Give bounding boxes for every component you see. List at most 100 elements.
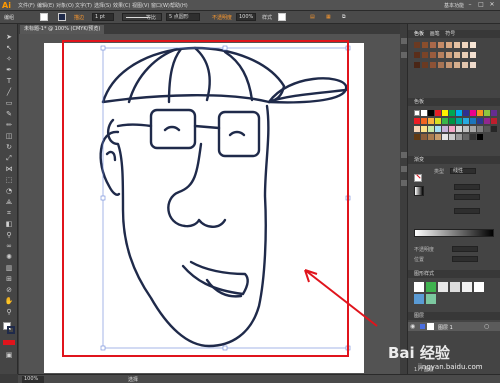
swatch[interactable] xyxy=(438,52,444,58)
gradient-tab[interactable]: 渐变 xyxy=(414,157,424,163)
mesh-tool-icon[interactable]: ⌗ xyxy=(3,208,15,218)
workspace-switcher[interactable]: 基本功能 xyxy=(444,2,464,9)
swatch[interactable] xyxy=(438,62,444,68)
swatch[interactable] xyxy=(435,126,441,132)
menu-select[interactable]: 选择(S) xyxy=(94,2,111,9)
swatch[interactable] xyxy=(428,118,434,124)
swatch[interactable] xyxy=(470,62,476,68)
swatch[interactable] xyxy=(446,52,452,58)
style-swatch[interactable] xyxy=(426,282,436,292)
swatch[interactable] xyxy=(428,126,434,132)
swatch[interactable] xyxy=(421,126,427,132)
stroke-color-box[interactable] xyxy=(7,326,15,334)
swatch[interactable] xyxy=(438,42,444,48)
style-swatch[interactable] xyxy=(414,294,424,304)
swatch[interactable] xyxy=(454,42,460,48)
graphic-styles-header[interactable]: 图形样式 xyxy=(408,270,500,278)
document-tab[interactable]: 未标题-1* @ 100% (CMYK/预览) xyxy=(20,25,105,34)
layer-row[interactable]: ◉ 图层 1 ○ xyxy=(408,322,500,331)
gradient-slider[interactable] xyxy=(414,229,494,237)
gradient-field-3[interactable] xyxy=(454,208,480,214)
swatch[interactable] xyxy=(463,134,469,140)
fill-swatch[interactable] xyxy=(40,13,48,21)
swatch[interactable] xyxy=(463,126,469,132)
style-swatch[interactable] xyxy=(462,282,472,292)
swatch[interactable] xyxy=(491,110,497,116)
screen-mode-icon[interactable]: ▣ xyxy=(3,350,15,360)
gradient-opacity-field[interactable] xyxy=(452,246,478,252)
swatch[interactable] xyxy=(462,52,468,58)
hand-tool-icon[interactable]: ✋ xyxy=(3,296,15,306)
menu-help[interactable]: 帮助(H) xyxy=(170,2,188,9)
swatch[interactable] xyxy=(421,118,427,124)
graphic-style-swatch[interactable] xyxy=(278,13,286,21)
swatch[interactable] xyxy=(456,110,462,116)
perspective-grid-tool-icon[interactable]: ⟁ xyxy=(3,197,15,207)
swatch[interactable] xyxy=(484,118,490,124)
swatch[interactable] xyxy=(470,42,476,48)
color-mode-none-icon[interactable] xyxy=(3,340,15,345)
layer-name[interactable]: 图层 1 xyxy=(438,324,453,331)
swatch[interactable] xyxy=(414,52,420,58)
artboard-tool-icon[interactable]: ⊞ xyxy=(3,274,15,284)
line-tool-icon[interactable]: ╱ xyxy=(3,87,15,97)
graphic-styles-tab[interactable]: 图形样式 xyxy=(414,271,434,277)
swatch[interactable] xyxy=(435,110,441,116)
swatch[interactable] xyxy=(442,126,448,132)
swatch-none[interactable] xyxy=(414,110,420,116)
swatch[interactable] xyxy=(477,118,483,124)
tab-brushes[interactable]: 画笔 xyxy=(430,31,440,37)
menu-type[interactable]: 文字(T) xyxy=(75,2,92,9)
close-icon[interactable]: ✕ xyxy=(488,1,496,9)
swatch[interactable] xyxy=(449,126,455,132)
gradient-tool-icon[interactable]: ◧ xyxy=(3,219,15,229)
style-swatch[interactable] xyxy=(414,282,424,292)
selection-tool-icon[interactable]: ➤ xyxy=(3,32,15,42)
style-swatch[interactable] xyxy=(450,282,460,292)
rectangle-tool-icon[interactable]: ▭ xyxy=(3,98,15,108)
pencil-tool-icon[interactable]: ✏ xyxy=(3,120,15,130)
swatch[interactable] xyxy=(484,126,490,132)
layers-panel-header[interactable]: 图层 xyxy=(408,312,500,320)
swatch[interactable] xyxy=(421,110,427,116)
scale-tool-icon[interactable]: ⤢ xyxy=(3,153,15,163)
paintbrush-tool-icon[interactable]: ✎ xyxy=(3,109,15,119)
gradient-field-1[interactable] xyxy=(454,184,480,190)
magic-wand-tool-icon[interactable]: ✧ xyxy=(3,54,15,64)
swatch[interactable] xyxy=(422,52,428,58)
swatch[interactable] xyxy=(462,42,468,48)
swatch[interactable] xyxy=(470,134,476,140)
swatch[interactable] xyxy=(446,62,452,68)
stroke-label[interactable]: 描边 xyxy=(74,14,84,21)
tab-symbols[interactable]: 符号 xyxy=(445,31,455,37)
swatch[interactable] xyxy=(421,134,427,140)
swatch[interactable] xyxy=(470,110,476,116)
maximize-icon[interactable]: □ xyxy=(477,1,485,9)
style-swatch[interactable] xyxy=(474,282,484,292)
stroke-swatch[interactable] xyxy=(58,13,66,21)
swatch[interactable] xyxy=(414,42,420,48)
swatch[interactable] xyxy=(477,110,483,116)
menu-effect[interactable]: 效果(C) xyxy=(113,2,130,9)
swatch[interactable] xyxy=(456,126,462,132)
swatch[interactable] xyxy=(428,110,434,116)
direct-selection-tool-icon[interactable]: ↖ xyxy=(3,43,15,53)
isolate-icon[interactable]: ⧉ xyxy=(342,14,346,20)
layers-tab[interactable]: 图层 xyxy=(414,313,424,319)
opacity-label[interactable]: 不透明度 xyxy=(212,14,232,21)
gradient-type-select[interactable]: 线性 xyxy=(450,168,476,174)
swatch[interactable] xyxy=(442,134,448,140)
menu-window[interactable]: 窗口(W) xyxy=(151,2,170,9)
stroke-weight-field[interactable]: 1 pt xyxy=(92,13,114,21)
eraser-tool-icon[interactable]: ◫ xyxy=(3,131,15,141)
swatch[interactable] xyxy=(454,62,460,68)
swatch[interactable] xyxy=(456,134,462,140)
eyedropper-tool-icon[interactable]: ⚲ xyxy=(3,230,15,240)
opacity-field[interactable]: 100% xyxy=(236,13,256,21)
swatch[interactable] xyxy=(463,118,469,124)
swatch[interactable] xyxy=(422,62,428,68)
type-tool-icon[interactable]: T xyxy=(3,76,15,86)
swatch[interactable] xyxy=(463,110,469,116)
swatches-panel-title[interactable]: 色板 xyxy=(408,98,500,106)
swatch[interactable] xyxy=(491,118,497,124)
